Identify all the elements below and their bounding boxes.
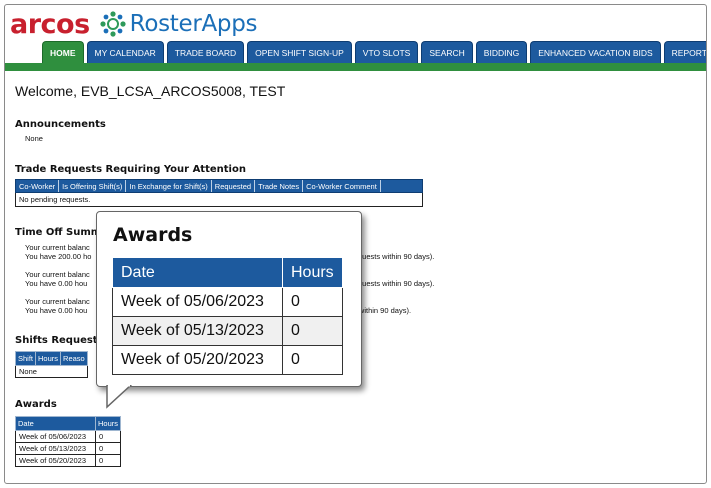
tab-enhanced-vacation-bids[interactable]: ENHANCED VACATION BIDS [530, 41, 661, 63]
callout-award-date: Week of 05/20/2023 [112, 345, 283, 375]
award-hours: 0 [94, 442, 122, 455]
announcements-heading: Announcements [15, 119, 106, 130]
time-off-line-2b: You have 0.00 hou [25, 279, 88, 288]
callout-pointer [106, 385, 133, 409]
col-co-worker-comment[interactable]: Co-Worker Comment [303, 180, 381, 192]
trade-requests-empty: No pending requests. [15, 193, 423, 207]
table-row: Week of 05/13/2023 0 [112, 316, 343, 346]
col-shift[interactable]: Shift [14, 351, 37, 366]
callout-col-date: Date [112, 257, 283, 288]
col-in-exchange[interactable]: In Exchange for Shift(s) [126, 180, 212, 192]
announcements-text: None [25, 134, 43, 143]
col-hours[interactable]: Hours [35, 351, 62, 366]
col-spacer [381, 180, 391, 192]
callout-award-hours: 0 [282, 316, 343, 346]
awards-heading: Awards [15, 399, 57, 410]
shifts-requested-empty: None [15, 365, 88, 378]
tab-home[interactable]: HOME [42, 41, 84, 63]
main-nav: HOME MY CALENDAR TRADE BOARD OPEN SHIFT … [42, 41, 706, 63]
app-window: arcos RosterApps HOME MY CALENDAR TRADE … [4, 4, 707, 484]
tab-open-shift-sign-up[interactable]: OPEN SHIFT SIGN-UP [247, 41, 352, 63]
award-date: Week of 05/06/2023 [15, 430, 96, 443]
welcome-message: Welcome, EVB_LCSA_ARCOS5008, TEST [15, 83, 286, 99]
col-co-worker[interactable]: Co-Worker [16, 180, 60, 192]
award-date: Week of 05/20/2023 [15, 454, 96, 467]
col-requested[interactable]: Requested [212, 180, 256, 192]
award-hours: 0 [94, 454, 122, 467]
tab-bidding[interactable]: BIDDING [475, 41, 528, 63]
awards-table: Date Hours Week of 05/06/2023 0 Week of … [15, 416, 122, 467]
col-date[interactable]: Date [15, 416, 96, 431]
time-off-line-1-suffix: quests within 90 days). [358, 252, 435, 261]
callout-awards-table: Date Hours Week of 05/06/2023 0 Week of … [112, 257, 343, 375]
trade-requests-header-row: Co-Worker Is Offering Shift(s) In Exchan… [15, 179, 423, 193]
table-row: Week of 05/13/2023 0 [15, 442, 122, 455]
callout-award-date: Week of 05/06/2023 [112, 287, 283, 317]
time-off-line-1a: Your current balanc [25, 243, 90, 252]
tab-trade-board[interactable]: TRADE BOARD [166, 41, 245, 63]
table-row: Week of 05/20/2023 0 [15, 454, 122, 467]
table-row: Week of 05/20/2023 0 [112, 345, 343, 375]
callout-col-hours: Hours [282, 257, 343, 288]
award-hours: 0 [94, 430, 122, 443]
callout-title: Awards [113, 224, 193, 246]
time-off-line-3b: You have 0.00 hou [25, 306, 88, 315]
trade-requests-table: Co-Worker Is Offering Shift(s) In Exchan… [15, 179, 423, 207]
logo-arcos-text: arcos [10, 8, 90, 40]
shifts-requested-heading: Shifts Request [15, 335, 98, 346]
header: arcos RosterApps HOME MY CALENDAR TRADE … [5, 5, 706, 71]
time-off-line-2a: Your current balanc [25, 270, 90, 279]
time-off-line-1b: You have 200.00 ho [25, 252, 92, 261]
table-row: Week of 05/06/2023 0 [112, 287, 343, 317]
col-hours[interactable]: Hours [94, 416, 122, 431]
logo: arcos RosterApps [10, 7, 258, 41]
callout-award-date: Week of 05/13/2023 [112, 316, 283, 346]
time-off-line-2-suffix: quests within 90 days). [358, 279, 435, 288]
logo-rosterapps-text: RosterApps [129, 10, 258, 37]
tab-reports[interactable]: REPORTS [663, 41, 706, 63]
awards-zoom-callout: Awards Date Hours Week of 05/06/2023 0 W… [96, 211, 362, 387]
callout-award-hours: 0 [282, 345, 343, 375]
table-row: Week of 05/06/2023 0 [15, 430, 122, 443]
trade-requests-heading: Trade Requests Requiring Your Attention [15, 164, 246, 175]
col-trade-notes[interactable]: Trade Notes [255, 180, 304, 192]
time-off-heading: Time Off Summ [15, 227, 102, 238]
award-date: Week of 05/13/2023 [15, 442, 96, 455]
time-off-line-3a: Your current balanc [25, 297, 90, 306]
tab-vto-slots[interactable]: VTO SLOTS [354, 41, 419, 63]
shifts-requested-table: Shift Hours Reaso None [14, 351, 88, 378]
gear-logo-icon [100, 11, 126, 37]
callout-award-hours: 0 [282, 287, 343, 317]
nav-underline [5, 63, 706, 71]
tab-search[interactable]: SEARCH [421, 41, 473, 63]
col-reason[interactable]: Reaso [60, 351, 88, 366]
col-is-offering[interactable]: Is Offering Shift(s) [59, 180, 127, 192]
tab-my-calendar[interactable]: MY CALENDAR [86, 41, 164, 63]
